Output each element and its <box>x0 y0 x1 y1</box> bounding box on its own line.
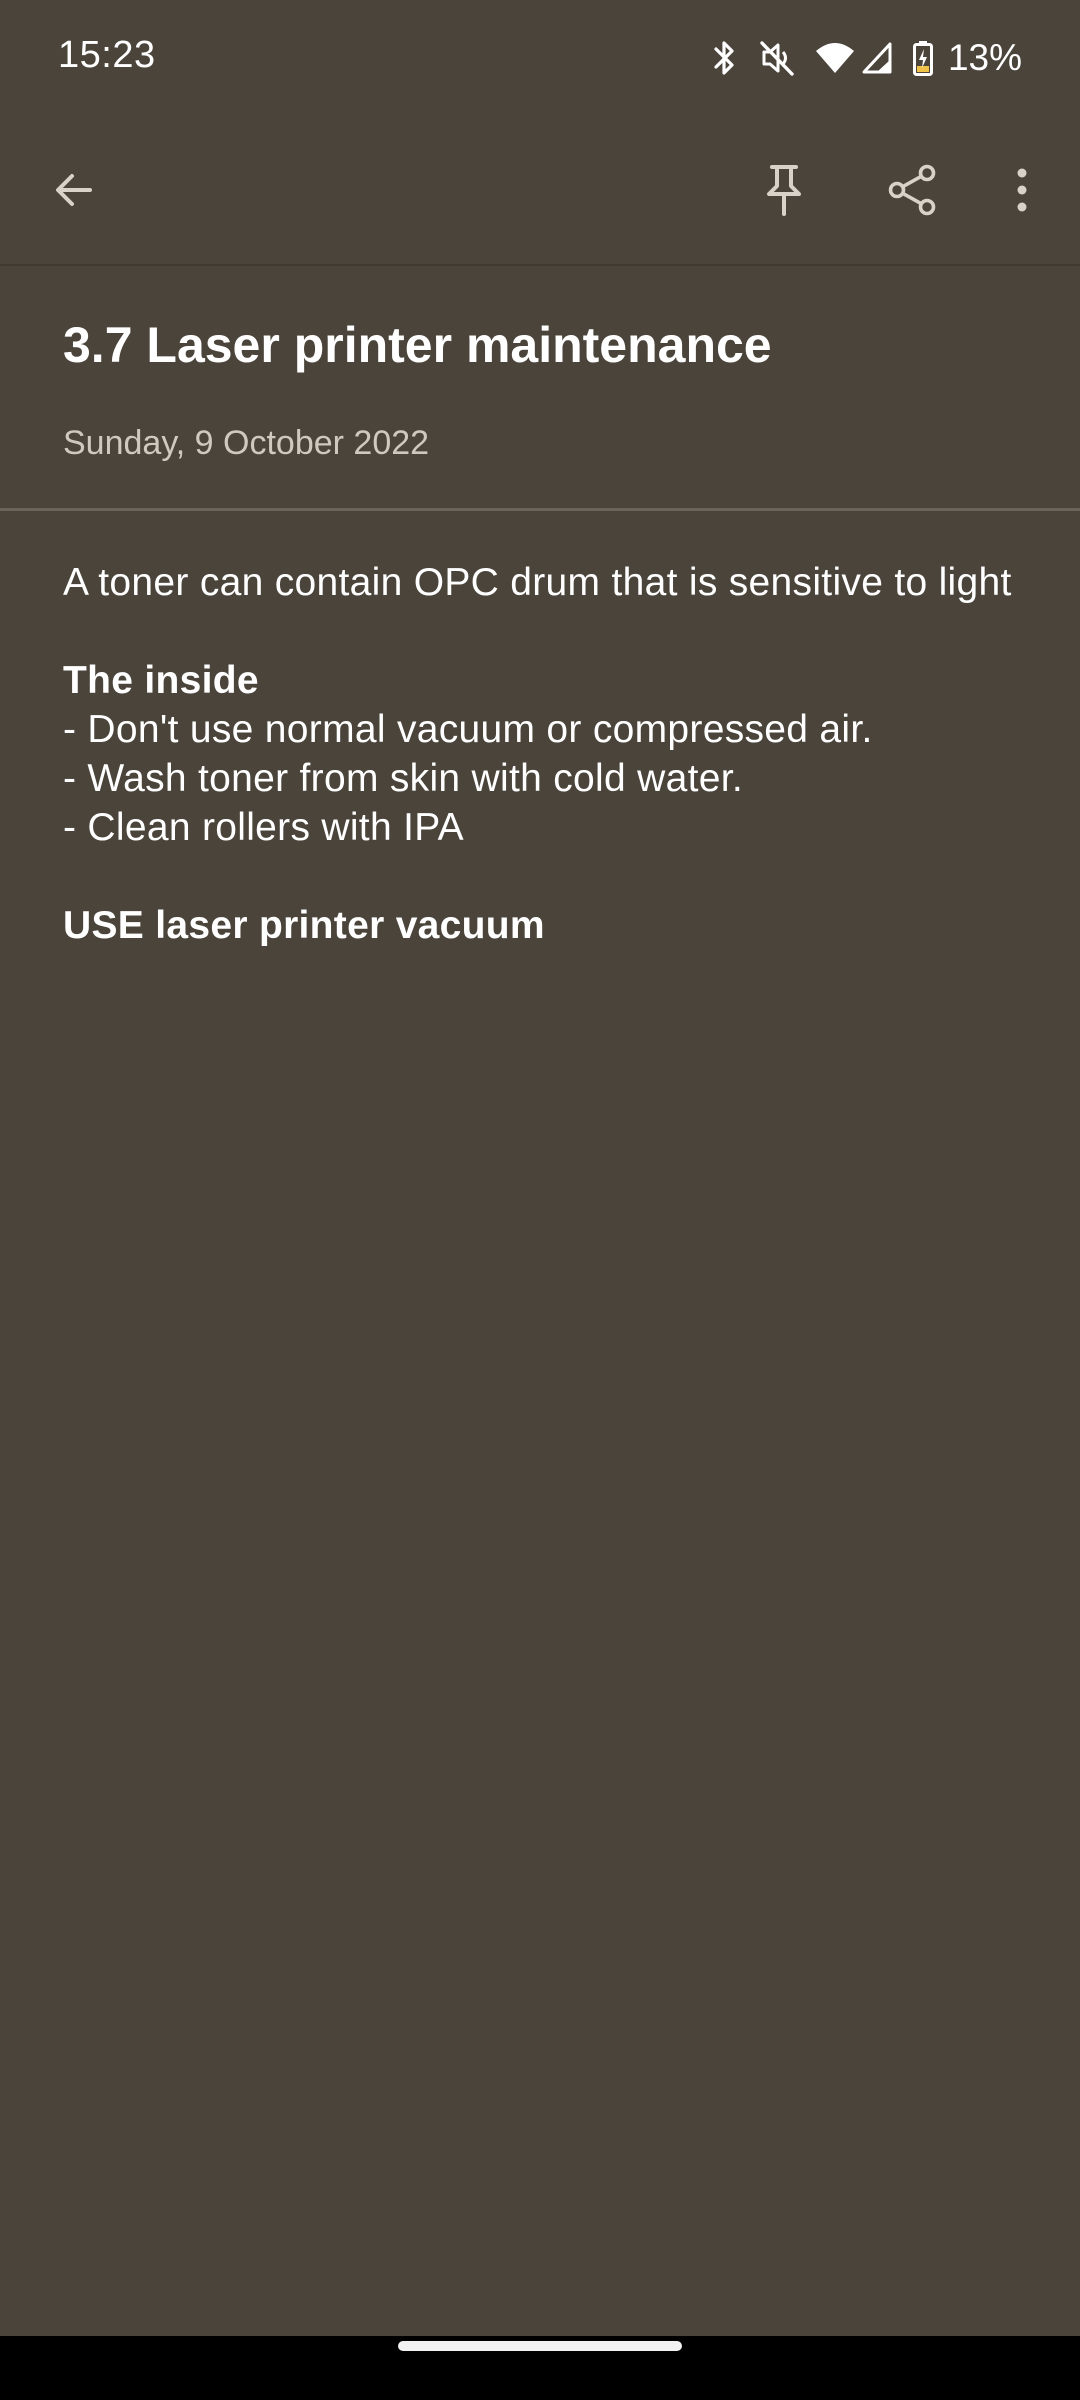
section-heading: The inside <box>63 659 259 702</box>
more-vertical-icon <box>1017 168 1027 212</box>
mute-icon <box>758 38 796 78</box>
status-bar: 15:23 13% <box>0 0 1080 116</box>
footer-note: USE laser printer vacuum <box>63 904 545 947</box>
divider <box>0 508 1080 511</box>
list-item: - Don't use normal vacuum or compressed … <box>63 708 873 751</box>
note-title[interactable]: 3.7 Laser printer maintenance <box>63 316 772 374</box>
status-icons: 13% <box>710 30 1022 86</box>
home-indicator[interactable] <box>398 2341 682 2351</box>
bluetooth-icon <box>710 38 740 78</box>
status-time: 15:23 <box>58 34 156 76</box>
wifi-icon <box>814 38 856 78</box>
note-header: 3.7 Laser printer maintenance Sunday, 9 … <box>0 266 1080 510</box>
pin-button[interactable] <box>738 144 830 236</box>
share-icon <box>888 164 936 216</box>
more-options-button[interactable] <box>976 144 1068 236</box>
pin-icon <box>767 165 801 216</box>
back-button[interactable] <box>28 144 120 236</box>
signal-icon <box>860 38 894 78</box>
note-intro: A toner can contain OPC drum that is sen… <box>63 561 1012 604</box>
battery-charging-icon <box>912 38 934 78</box>
list-item: - Wash toner from skin with cold water. <box>63 757 743 800</box>
app-bar <box>0 116 1080 266</box>
share-button[interactable] <box>866 144 958 236</box>
arrow-back-icon <box>56 174 92 206</box>
note-body[interactable]: A toner can contain OPC drum that is sen… <box>63 558 1023 950</box>
note-date: Sunday, 9 October 2022 <box>63 424 430 462</box>
list-item: - Clean rollers with IPA <box>63 806 464 849</box>
battery-percent: 13% <box>947 37 1022 78</box>
